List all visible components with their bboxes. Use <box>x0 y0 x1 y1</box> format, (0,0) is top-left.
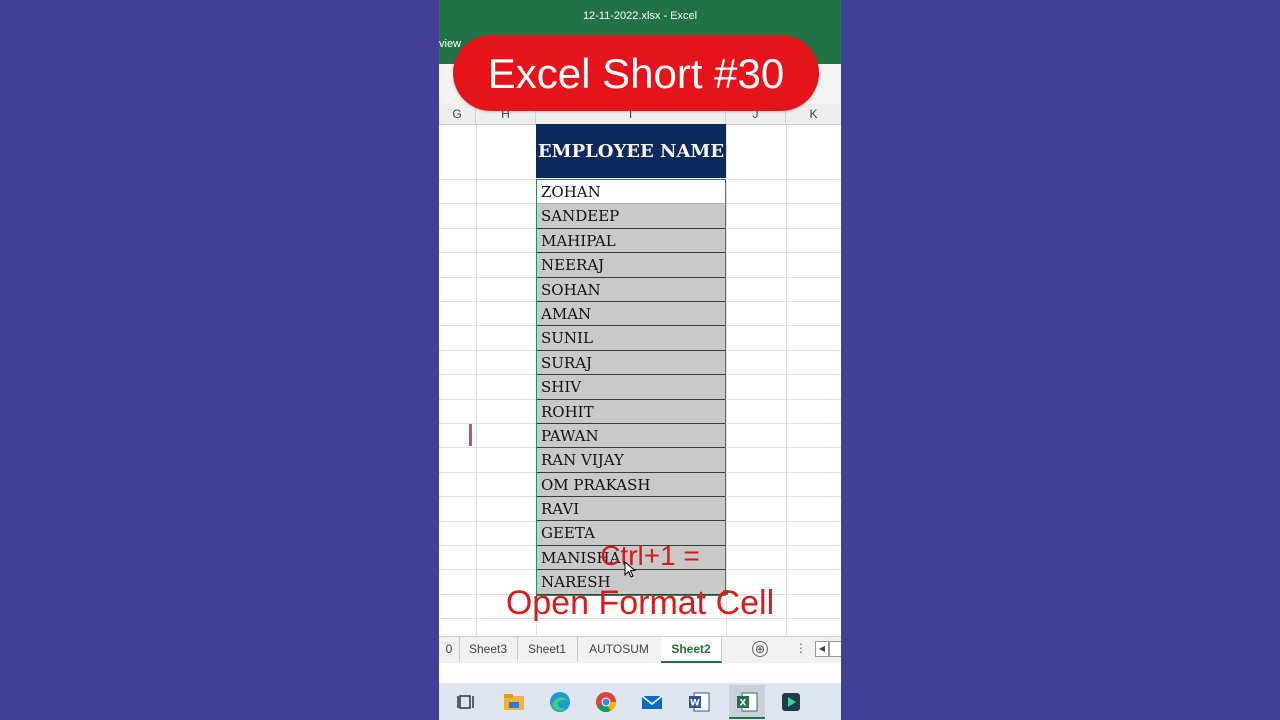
employee-name-cell[interactable]: SANDEEP <box>537 204 725 229</box>
employee-name-cell[interactable]: SURAJ <box>537 350 725 376</box>
employee-name-cell[interactable]: NEERAJ <box>537 253 725 278</box>
more-options-icon[interactable]: ⋮ <box>795 641 807 655</box>
employee-name-cell[interactable]: AMAN <box>537 301 725 327</box>
employee-name-list: ZOHAN SANDEEP MAHIPAL NEERAJ SOHAN AMAN SUNIL S… <box>536 179 726 596</box>
scroll-right-icon[interactable] <box>829 641 841 657</box>
employee-name-cell[interactable]: SUNIL <box>537 326 725 351</box>
add-sheet-icon[interactable]: ⊕ <box>752 641 768 657</box>
shortcut-description: Open Format Cell <box>505 584 775 622</box>
shortcut-caption: Ctrl+1 = <box>600 540 700 571</box>
file-explorer-icon[interactable] <box>500 688 528 716</box>
mail-icon[interactable] <box>638 688 666 716</box>
employee-name-cell[interactable]: SOHAN <box>537 277 725 302</box>
word-icon[interactable]: W <box>685 688 713 716</box>
sheet-tab-partial[interactable]: 0 <box>439 637 460 661</box>
employee-name-cell[interactable]: ROHIT <box>537 399 725 424</box>
task-view-icon[interactable] <box>453 688 481 716</box>
sheet-tab-sheet2[interactable]: Sheet2 <box>661 637 722 663</box>
title-bar: 12-11-2022.xlsx - Excel <box>439 0 841 34</box>
chrome-icon[interactable] <box>592 688 620 716</box>
sheet-tabs-bar: 0 Sheet3 Sheet1 AUTOSUM Sheet2 ⊕ ⋮ ◀ <box>439 636 841 663</box>
mouse-cursor-icon <box>624 561 637 578</box>
taskbar: W X <box>439 683 841 720</box>
svg-text:X: X <box>740 699 747 709</box>
phone-frame: 12-11-2022.xlsx - Excel view G H I J K E… <box>439 0 841 720</box>
employee-name-header-cell[interactable]: EMPLOYEE NAME <box>536 124 726 178</box>
media-player-icon[interactable] <box>777 688 805 716</box>
excel-taskbar-active[interactable]: X <box>729 685 765 719</box>
sheet-tab-sheet1[interactable]: Sheet1 <box>517 637 578 661</box>
ribbon-tab-view[interactable]: view <box>439 38 461 50</box>
employee-name-cell[interactable]: SHIV <box>537 375 725 400</box>
window-title: 12-11-2022.xlsx - Excel <box>582 10 698 22</box>
scroll-left-icon[interactable]: ◀ <box>815 641 829 657</box>
employee-name-cell[interactable]: RAVI <box>537 497 725 522</box>
decorative-marker <box>469 424 472 446</box>
edge-icon[interactable] <box>546 688 574 716</box>
title-badge: Excel Short #30 <box>453 35 819 111</box>
employee-name-cell[interactable]: ZOHAN <box>537 180 725 205</box>
sheet-tab-autosum[interactable]: AUTOSUM <box>577 637 662 661</box>
employee-name-cell[interactable]: OM PRAKASH <box>537 472 725 498</box>
column-header-g[interactable]: G <box>439 104 476 124</box>
employee-name-cell[interactable]: MAHIPAL <box>537 228 725 254</box>
svg-text:W: W <box>690 699 700 709</box>
employee-name-cell[interactable]: RAN VIJAY <box>537 448 725 473</box>
sheet-tab-sheet3[interactable]: Sheet3 <box>459 637 518 661</box>
employee-name-cell[interactable]: PAWAN <box>537 423 725 449</box>
excel-icon: X <box>737 692 758 712</box>
